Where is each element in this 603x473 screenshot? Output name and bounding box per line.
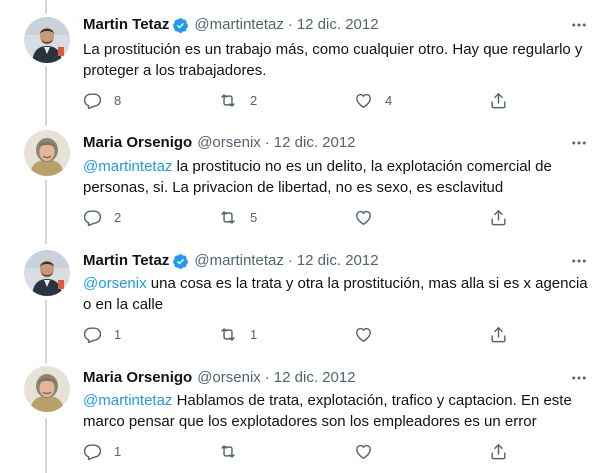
retweet-icon [218, 442, 238, 461]
separator-dot: · [264, 369, 270, 386]
tweet-thread: Martin Tetaz @martintetaz · 12 dic. 2012… [0, 0, 603, 473]
like-button[interactable] [354, 441, 385, 461]
tweet-text: @martintetaz Hablamos de trata, explotac… [83, 390, 588, 432]
author-handle[interactable]: @orsenix [197, 368, 261, 388]
retweet-button[interactable] [218, 441, 250, 461]
reply-icon [83, 442, 102, 461]
tweet-date[interactable]: 12 dic. 2012 [274, 368, 356, 388]
tweet[interactable]: Maria Orsenigo @orsenix · 12 dic. 2012 @… [0, 0, 603, 473]
share-icon [489, 442, 508, 461]
reply-button[interactable]: 1 [83, 441, 121, 461]
share-button[interactable] [489, 441, 508, 461]
more-options-icon[interactable] [569, 368, 589, 388]
avatar[interactable] [24, 366, 70, 412]
like-icon [354, 442, 373, 461]
mention-link[interactable]: @martintetaz [83, 392, 172, 409]
tweet-header: Maria Orsenigo @orsenix · 12 dic. 2012 [83, 368, 356, 388]
reply-count: 1 [114, 443, 122, 459]
author-name[interactable]: Maria Orsenigo [83, 368, 192, 388]
action-bar: 1 [83, 441, 588, 461]
